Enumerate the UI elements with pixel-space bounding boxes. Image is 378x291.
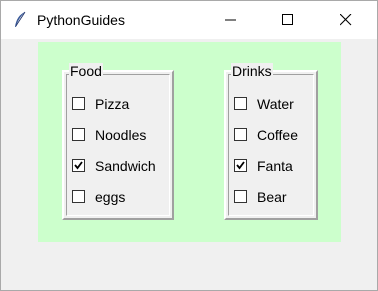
app-window: PythonGuides Food Pizza Noodles Sandwich… — [0, 0, 378, 291]
water-checkbox[interactable] — [234, 97, 247, 110]
maximize-icon — [282, 14, 293, 25]
coffee-label[interactable]: Coffee — [257, 126, 298, 144]
noodles-label[interactable]: Noodles — [95, 126, 146, 144]
close-icon — [340, 14, 352, 26]
minimize-button[interactable] — [208, 1, 254, 39]
noodles-checkbox[interactable] — [72, 128, 85, 141]
fanta-label[interactable]: Fanta — [257, 157, 293, 175]
maximize-button[interactable] — [265, 1, 311, 39]
bear-checkbox[interactable] — [234, 190, 247, 203]
check-icon — [236, 161, 245, 170]
coffee-checkbox[interactable] — [234, 128, 247, 141]
fanta-checkbox[interactable] — [234, 159, 247, 172]
title-bar[interactable]: PythonGuides — [1, 1, 377, 39]
food-labelframe: Food Pizza Noodles Sandwich eggs — [62, 63, 174, 220]
sandwich-label[interactable]: Sandwich — [95, 157, 156, 175]
close-button[interactable] — [323, 1, 369, 39]
main-frame: Food Pizza Noodles Sandwich eggs Drinks … — [38, 42, 341, 242]
pizza-label[interactable]: Pizza — [95, 95, 129, 113]
check-icon — [74, 161, 83, 170]
food-frame-label: Food — [69, 63, 103, 79]
pizza-checkbox[interactable] — [72, 97, 85, 110]
bear-label[interactable]: Bear — [257, 188, 287, 206]
drinks-labelframe: Drinks Water Coffee Fanta Bear — [224, 63, 318, 220]
drinks-frame-label: Drinks — [231, 63, 273, 79]
minimize-icon — [225, 19, 236, 21]
water-label[interactable]: Water — [257, 95, 294, 113]
eggs-label[interactable]: eggs — [95, 188, 125, 206]
window-client-area: Food Pizza Noodles Sandwich eggs Drinks … — [1, 39, 377, 290]
eggs-checkbox[interactable] — [72, 190, 85, 203]
sandwich-checkbox[interactable] — [72, 159, 85, 172]
feather-icon — [13, 11, 27, 29]
window-title: PythonGuides — [37, 12, 125, 28]
